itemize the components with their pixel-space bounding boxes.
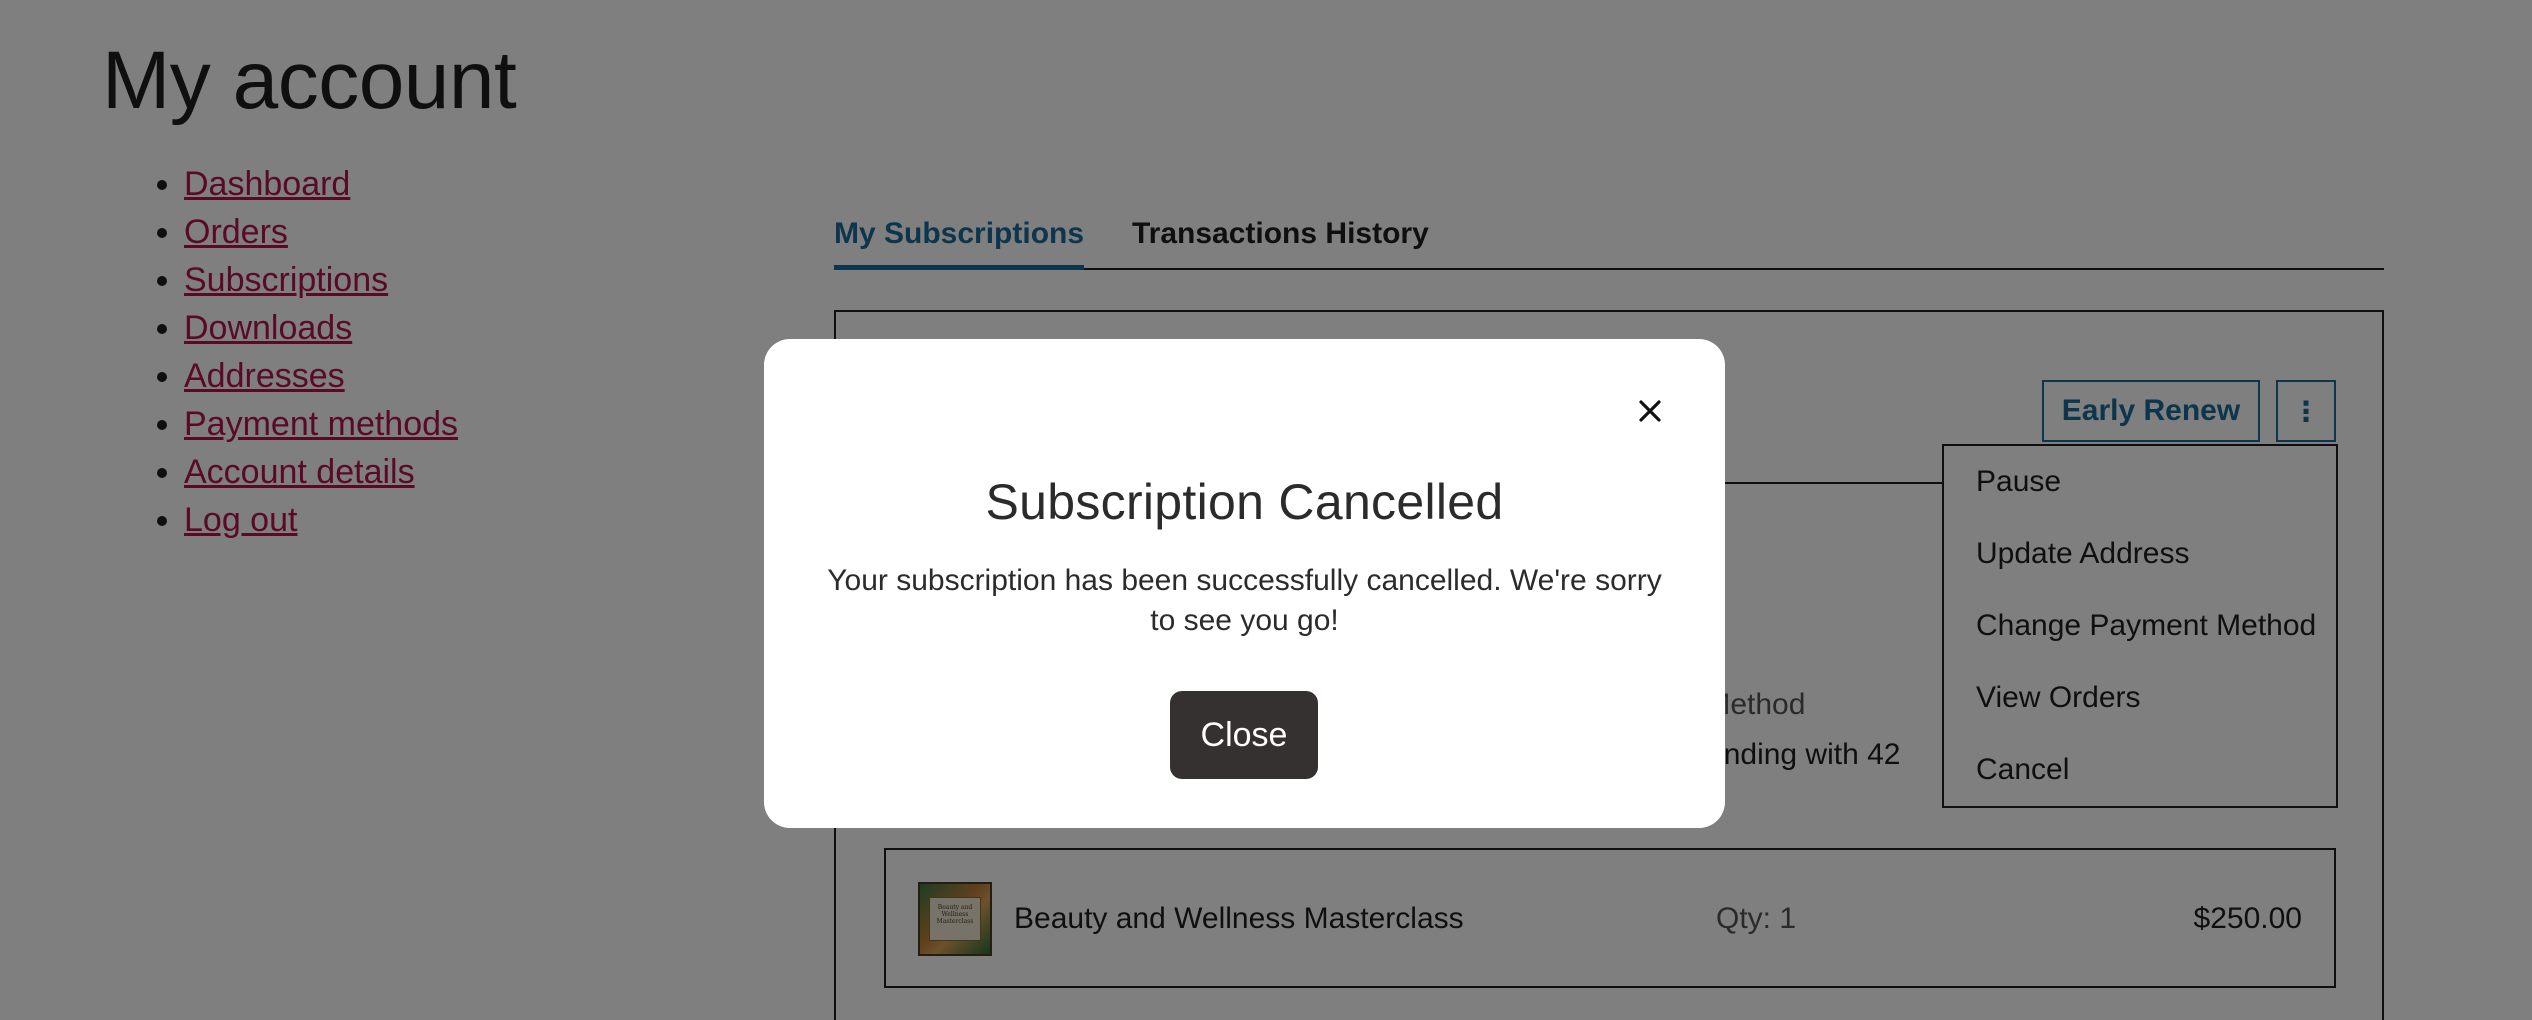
- modal-close-x-button[interactable]: [1628, 389, 1672, 433]
- close-x-icon: [1639, 400, 1661, 422]
- close-button[interactable]: Close: [1170, 691, 1318, 779]
- subscription-cancelled-modal: Subscription Cancelled Your subscription…: [764, 339, 1725, 828]
- modal-message: Your subscription has been successfully …: [827, 564, 1662, 637]
- modal-title: Subscription Cancelled: [985, 474, 1504, 530]
